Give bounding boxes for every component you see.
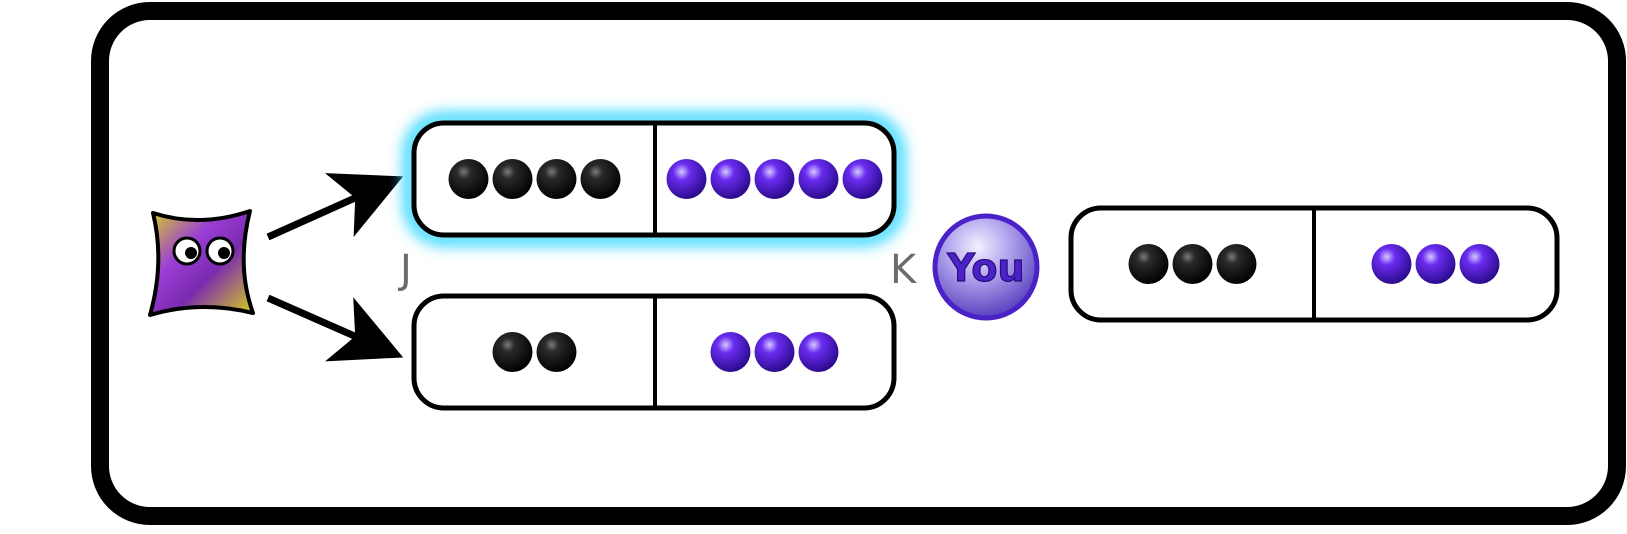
purple-ball	[1459, 244, 1500, 284]
black-ball	[1128, 244, 1169, 284]
purple-ball	[754, 332, 795, 372]
option-box-k[interactable]	[1068, 205, 1560, 323]
black-ball	[536, 159, 577, 199]
you-token-icon: You	[932, 213, 1040, 321]
purple-ball	[1415, 244, 1456, 284]
purple-ball	[798, 332, 839, 372]
black-ball	[1172, 244, 1213, 284]
purple-ball	[666, 159, 707, 199]
purple-ball	[842, 159, 883, 199]
option-box-j-top[interactable]	[403, 112, 905, 246]
option-label-j: J	[397, 247, 412, 293]
option-label-k: K	[890, 247, 918, 293]
game-scene: J K You	[91, 2, 1626, 525]
cartoon-creature-icon	[148, 209, 255, 317]
purple-ball	[710, 159, 751, 199]
purple-ball	[710, 332, 751, 372]
black-ball	[580, 159, 621, 199]
black-ball	[536, 332, 577, 372]
black-ball	[492, 332, 533, 372]
black-ball	[1216, 244, 1257, 284]
purple-ball	[754, 159, 795, 199]
option-box-j-bottom[interactable]	[411, 293, 897, 411]
purple-ball	[1371, 244, 1412, 284]
black-ball	[448, 159, 489, 199]
you-token-label: You	[946, 246, 1024, 290]
black-ball	[492, 159, 533, 199]
purple-ball	[798, 159, 839, 199]
